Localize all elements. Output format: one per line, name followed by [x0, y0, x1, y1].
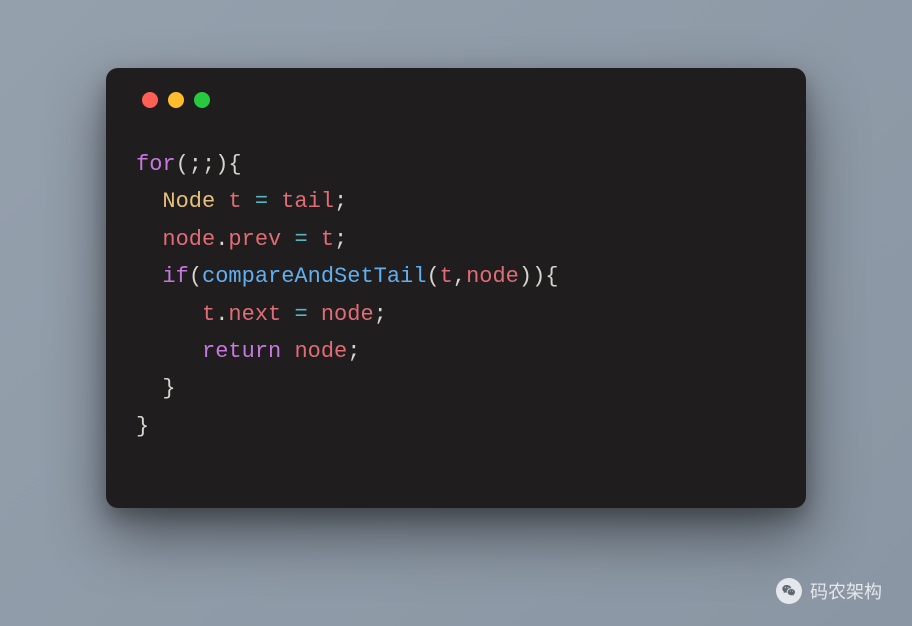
code-token: (;;){	[176, 152, 242, 177]
watermark-text: 码农架构	[810, 578, 882, 604]
code-token: ;	[374, 302, 387, 327]
code-token: t	[440, 264, 453, 289]
code-token: node	[294, 339, 347, 364]
code-token: .	[215, 227, 228, 252]
watermark: 码农架构	[776, 578, 882, 604]
code-token: t	[321, 227, 334, 252]
code-token: return	[202, 339, 281, 364]
zoom-icon[interactable]	[194, 92, 210, 108]
code-token	[136, 339, 202, 364]
code-token	[268, 189, 281, 214]
code-token	[136, 189, 162, 214]
code-token: )){	[519, 264, 559, 289]
code-line: }	[136, 376, 176, 401]
code-token: ;	[334, 227, 347, 252]
code-token: if	[162, 264, 188, 289]
code-token: t	[228, 189, 241, 214]
code-token: t	[202, 302, 215, 327]
code-token: ,	[453, 264, 466, 289]
code-token: (	[426, 264, 439, 289]
code-token	[242, 189, 255, 214]
code-token	[281, 339, 294, 364]
code-token	[136, 227, 162, 252]
code-token	[136, 264, 162, 289]
code-token: }	[162, 376, 175, 401]
code-window: for(;;){ Node t = tail; node.prev = t; i…	[106, 68, 806, 508]
code-line: t.next = node;	[136, 302, 387, 327]
code-token: for	[136, 152, 176, 177]
code-token: tail	[281, 189, 334, 214]
code-line: node.prev = t;	[136, 227, 347, 252]
code-token: .	[215, 302, 228, 327]
code-token: Node	[162, 189, 215, 214]
code-token: node	[466, 264, 519, 289]
code-token: =	[255, 189, 268, 214]
code-token: node	[162, 227, 215, 252]
code-line: for(;;){	[136, 152, 242, 177]
code-token	[136, 376, 162, 401]
code-line: }	[136, 414, 149, 439]
code-token	[308, 302, 321, 327]
wechat-icon	[776, 578, 802, 604]
code-token: (	[189, 264, 202, 289]
code-token	[215, 189, 228, 214]
code-token	[308, 227, 321, 252]
code-block: for(;;){ Node t = tail; node.prev = t; i…	[136, 146, 776, 445]
code-token: prev	[228, 227, 281, 252]
code-token: next	[228, 302, 281, 327]
code-token	[281, 227, 294, 252]
minimize-icon[interactable]	[168, 92, 184, 108]
code-line: return node;	[136, 339, 360, 364]
code-token: compareAndSetTail	[202, 264, 426, 289]
close-icon[interactable]	[142, 92, 158, 108]
code-line: if(compareAndSetTail(t,node)){	[136, 264, 558, 289]
code-token: }	[136, 414, 149, 439]
code-token: =	[294, 227, 307, 252]
code-line: Node t = tail;	[136, 189, 347, 214]
code-token: =	[294, 302, 307, 327]
code-token	[281, 302, 294, 327]
code-token: ;	[347, 339, 360, 364]
code-token: ;	[334, 189, 347, 214]
window-controls	[142, 92, 776, 108]
code-token: node	[321, 302, 374, 327]
code-token	[136, 302, 202, 327]
